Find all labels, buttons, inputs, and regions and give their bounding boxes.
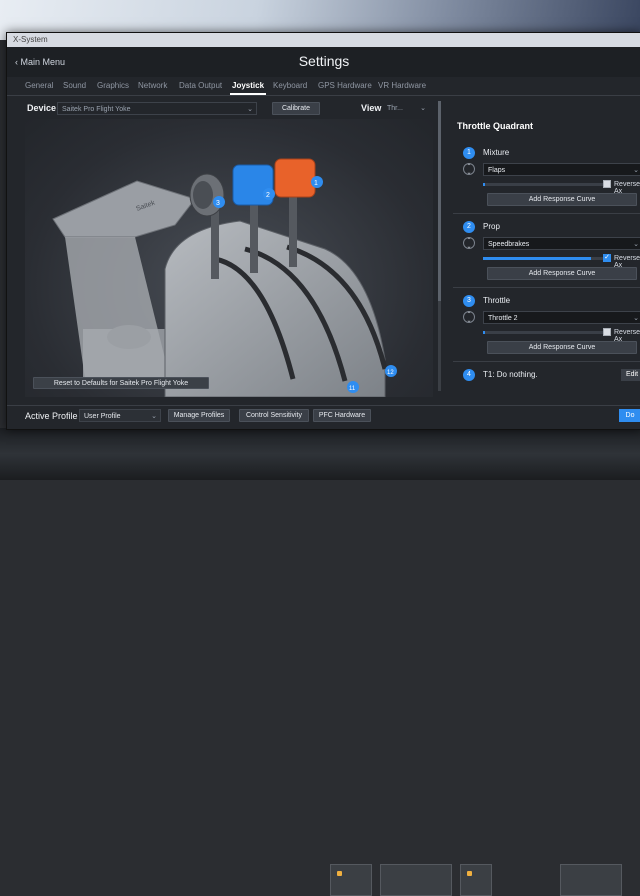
view-dropdown[interactable]: Thr... ⌄ xyxy=(383,102,429,115)
settings-window: X-System ‹ Main Menu Settings General So… xyxy=(6,32,640,430)
lever-1-knob[interactable] xyxy=(274,158,316,198)
settings-header: ‹ Main Menu Settings xyxy=(7,47,640,77)
chevron-down-icon: ⌄ xyxy=(247,106,253,113)
throttle-quadrant-panel: Throttle Quadrant 1 Mixture ⌃ ⌄ Flaps ⌄ Re… xyxy=(453,119,640,419)
quadrant-body xyxy=(164,220,386,397)
axis-level-fill xyxy=(483,257,591,260)
control-sensitivity-button[interactable]: Control Sensitivity xyxy=(239,409,309,422)
axis-level-fill xyxy=(483,183,486,186)
axis-assignment-value: Speedbrakes xyxy=(488,241,530,248)
tab-keyboard[interactable]: Keyboard xyxy=(273,81,307,90)
device-label: Device xyxy=(27,103,57,113)
axis-assignment-dropdown[interactable]: Flaps ⌄ xyxy=(483,163,640,176)
pfc-hardware-button[interactable]: PFC Hardware xyxy=(313,409,371,422)
tab-general[interactable]: General xyxy=(25,81,53,90)
bottom-bar: Active Profile User Profile ⌄ Manage Prof… xyxy=(7,405,640,426)
cockpit-panel xyxy=(380,864,452,896)
up-down-arrows-icon[interactable]: ⌃ ⌄ xyxy=(463,163,475,176)
lever-shaft xyxy=(250,197,258,273)
axis-level-bar xyxy=(483,257,603,260)
up-down-arrows-icon[interactable]: ⌃ ⌄ xyxy=(463,311,475,324)
tab-sound[interactable]: Sound xyxy=(63,81,86,90)
settings-tabs: General Sound Graphics Network Data Outp… xyxy=(7,77,640,96)
add-response-curve-button[interactable]: Add Response Curve xyxy=(487,267,637,280)
lever-shaft xyxy=(289,191,297,267)
add-response-curve-button[interactable]: Add Response Curve xyxy=(487,341,637,354)
lever-3-number: 3 xyxy=(216,200,220,207)
button-number-badge: 4 xyxy=(463,369,475,381)
calibrate-button[interactable]: Calibrate xyxy=(272,102,320,115)
reverse-axis-checkbox[interactable]: ✓ xyxy=(603,254,611,262)
tab-gps-hardware[interactable]: GPS Hardware xyxy=(318,81,372,90)
page-title: Settings xyxy=(298,53,350,69)
axis-assignment-dropdown[interactable]: Speedbrakes ⌄ xyxy=(483,237,640,250)
lever-3-knob-face xyxy=(193,181,213,209)
cockpit-panel xyxy=(560,864,622,896)
axis-number-badge: 3 xyxy=(463,295,475,307)
axis-name: Prop xyxy=(483,222,500,231)
axis-number-badge: 1 xyxy=(463,147,475,159)
reverse-axis-checkbox[interactable] xyxy=(603,328,611,336)
view-value: Thr... xyxy=(387,105,403,112)
axis-assignment-value: Throttle 2 xyxy=(488,315,518,322)
cockpit-panel xyxy=(330,864,372,896)
add-response-curve-button[interactable]: Add Response Curve xyxy=(487,193,637,206)
photo-background-cockpit xyxy=(0,428,640,896)
mount-arm xyxy=(65,237,170,379)
divider xyxy=(453,287,640,288)
tab-network[interactable]: Network xyxy=(138,81,167,90)
divider xyxy=(453,213,640,214)
chevron-down-icon: ⌄ xyxy=(420,105,426,112)
axis-number-badge: 2 xyxy=(463,221,475,233)
cockpit-panel xyxy=(460,864,492,896)
chevron-down-icon: ⌄ xyxy=(633,241,639,248)
axis-level-fill xyxy=(483,331,486,334)
axis-name: Throttle xyxy=(483,296,511,305)
viewport-scrollbar[interactable] xyxy=(438,101,441,391)
detent-label-11: 11 xyxy=(349,386,356,392)
tab-joystick[interactable]: Joystick xyxy=(229,81,267,95)
tab-data-output[interactable]: Data Output xyxy=(179,81,222,90)
window-title: X-System xyxy=(13,35,48,44)
scrollbar-thumb[interactable] xyxy=(438,101,441,301)
device-row: Device Saitek Pro Flight Yoke ⌄ Calibrat… xyxy=(25,101,429,117)
reset-defaults-button[interactable]: Reset to Defaults for Saitek Pro Flight … xyxy=(33,377,209,389)
panel-title: Throttle Quadrant xyxy=(457,121,533,131)
chevron-down-icon: ⌄ xyxy=(633,167,639,174)
device-value: Saitek Pro Flight Yoke xyxy=(62,106,131,113)
tab-vr-hardware[interactable]: VR Hardware xyxy=(378,81,426,90)
button-command: T1: Do nothing. xyxy=(483,370,538,379)
chevron-down-icon: ⌄ xyxy=(633,315,639,322)
device-dropdown[interactable]: Saitek Pro Flight Yoke ⌄ xyxy=(57,102,257,115)
axis-name: Mixture xyxy=(483,148,510,157)
detent-label-12: 12 xyxy=(387,370,394,376)
manage-profiles-button[interactable]: Manage Profiles xyxy=(168,409,230,422)
lever-2-number: 2 xyxy=(266,192,270,199)
chevron-down-icon: ⌄ xyxy=(151,413,157,420)
axis-level-bar xyxy=(483,331,603,334)
divider xyxy=(453,361,640,362)
joystick-3d-viewport[interactable]: Saitek 3 2 1 11 12 Reset to Defaults for… xyxy=(25,119,433,397)
window-titlebar: X-System xyxy=(7,33,640,47)
tab-graphics[interactable]: Graphics xyxy=(97,81,129,90)
axis-assignment-dropdown[interactable]: Throttle 2 ⌄ xyxy=(483,311,640,324)
throttle-quadrant-illustration: Saitek 3 2 1 11 12 xyxy=(52,158,397,397)
view-label: View xyxy=(361,103,382,113)
up-down-arrows-icon[interactable]: ⌃ ⌄ xyxy=(463,237,475,250)
reverse-axis-checkbox[interactable] xyxy=(603,180,611,188)
profile-dropdown[interactable]: User Profile ⌄ xyxy=(79,409,161,422)
axis-assignment-value: Flaps xyxy=(488,167,506,174)
active-profile-label: Active Profile xyxy=(25,411,78,421)
profile-value: User Profile xyxy=(84,413,121,420)
axis-level-bar xyxy=(483,183,603,186)
mount-clamp xyxy=(52,180,196,238)
lever-1-number: 1 xyxy=(314,180,318,187)
edit-button[interactable]: Edit xyxy=(621,369,640,381)
done-button[interactable]: Do xyxy=(619,409,640,422)
